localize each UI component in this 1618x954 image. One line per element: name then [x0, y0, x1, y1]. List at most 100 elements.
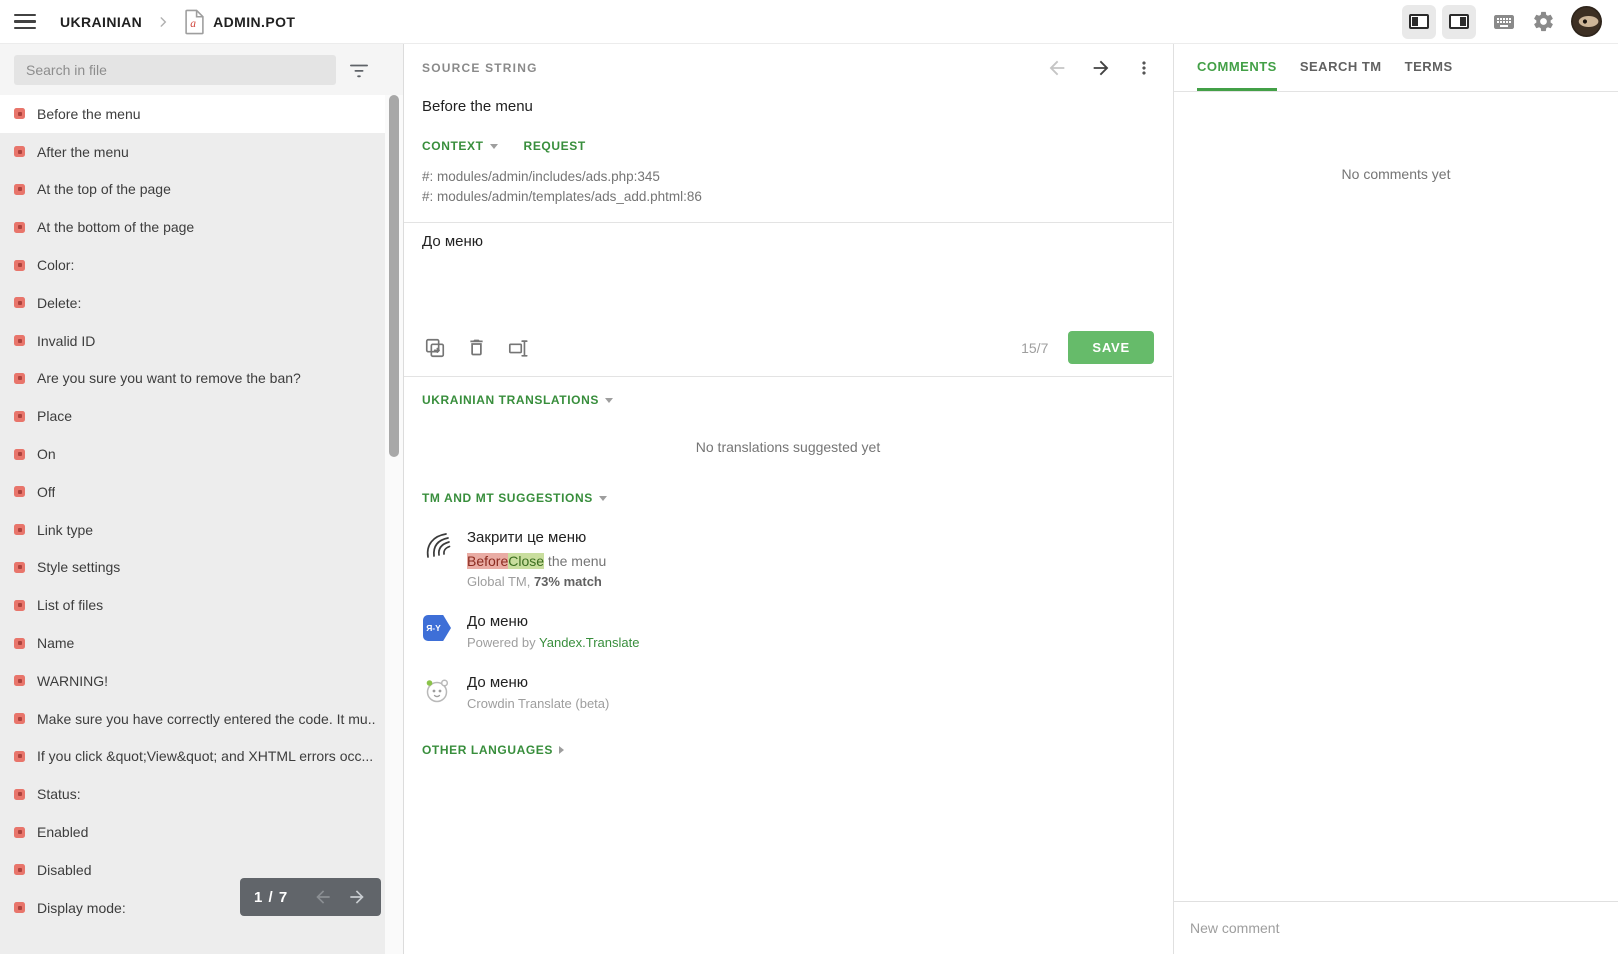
- avatar[interactable]: [1571, 6, 1602, 37]
- list-item[interactable]: Link type: [0, 511, 385, 549]
- list-item[interactable]: Make sure you have correctly entered the…: [0, 700, 385, 738]
- list-item[interactable]: At the top of the page: [0, 171, 385, 209]
- delete-translation-button[interactable]: [464, 335, 489, 360]
- left-panel-layout-icon: [1409, 14, 1429, 29]
- next-page-icon[interactable]: [347, 887, 367, 907]
- comments-panel: COMMENTS SEARCH TM TERMS No comments yet: [1173, 44, 1618, 954]
- list-item[interactable]: List of files: [0, 586, 385, 624]
- list-item[interactable]: WARNING!: [0, 662, 385, 700]
- suggestion-text: До меню: [467, 613, 639, 630]
- list-item-label: Off: [37, 484, 55, 500]
- untranslated-status-icon: [14, 449, 25, 460]
- tab-search-tm[interactable]: SEARCH TM: [1300, 44, 1382, 91]
- previous-string-icon[interactable]: [1046, 57, 1068, 79]
- list-item-label: Delete:: [37, 295, 81, 311]
- breadcrumb-language[interactable]: UKRAINIAN: [60, 14, 142, 30]
- caret-right-icon: [559, 746, 564, 754]
- list-item[interactable]: Place: [0, 397, 385, 435]
- keyboard-shortcuts-icon[interactable]: [1492, 10, 1516, 34]
- untranslated-status-icon: [14, 713, 25, 724]
- list-item-label: On: [37, 446, 56, 462]
- save-button[interactable]: SAVE: [1068, 331, 1154, 364]
- caret-down-icon: [490, 144, 498, 149]
- list-item-label: Status:: [37, 786, 81, 802]
- list-item[interactable]: Are you sure you want to remove the ban?: [0, 360, 385, 398]
- list-item-label: Place: [37, 408, 72, 424]
- new-comment-input[interactable]: [1174, 902, 1618, 954]
- list-item[interactable]: Status:: [0, 775, 385, 813]
- toggle-left-panel-button[interactable]: [1402, 5, 1436, 39]
- global-tm-icon: [422, 529, 452, 589]
- menu-icon[interactable]: [14, 10, 38, 34]
- tm-suggestion-row[interactable]: Закрити це меню BeforeClose the menu Glo…: [422, 529, 1154, 589]
- request-label: REQUEST: [524, 139, 586, 153]
- source-string-header: SOURCE STRING: [404, 44, 1172, 92]
- suggestion-diff: BeforeClose the menu: [467, 553, 606, 569]
- filter-button[interactable]: [348, 61, 370, 79]
- request-context-link[interactable]: REQUEST: [524, 139, 586, 153]
- suggestion-source: Global TM,: [467, 574, 534, 589]
- list-item[interactable]: If you click &quot;View&quot; and XHTML …: [0, 738, 385, 776]
- ukrainian-translations-section-toggle[interactable]: UKRAINIAN TRANSLATIONS: [422, 393, 613, 407]
- list-item[interactable]: Invalid ID: [0, 322, 385, 360]
- strings-sidebar: Before the menu After the menu At the to…: [0, 44, 404, 954]
- copy-source-button[interactable]: [422, 335, 448, 361]
- list-item[interactable]: Before the menu: [0, 95, 385, 133]
- yandex-translate-link[interactable]: Yandex.Translate: [539, 635, 639, 650]
- previous-page-icon[interactable]: [313, 887, 333, 907]
- untranslated-status-icon: [14, 751, 25, 762]
- suggestion-text: Закрити це меню: [467, 529, 606, 546]
- file-icon: a: [184, 9, 205, 35]
- list-item-label: After the menu: [37, 144, 129, 160]
- translation-input[interactable]: До меню: [422, 233, 1154, 329]
- search-input[interactable]: [14, 55, 336, 85]
- list-item[interactable]: Style settings: [0, 549, 385, 587]
- toggle-right-panel-button[interactable]: [1442, 5, 1476, 39]
- crowdin-translate-icon: [422, 674, 452, 711]
- diff-rest: the menu: [544, 553, 606, 569]
- list-item[interactable]: After the menu: [0, 133, 385, 171]
- right-panel-layout-icon: [1449, 14, 1469, 29]
- suggestion-source: Powered by: [467, 635, 539, 650]
- sidebar-scrollbar-thumb[interactable]: [389, 95, 399, 457]
- list-item[interactable]: Delete:: [0, 284, 385, 322]
- other-languages-toggle[interactable]: OTHER LANGUAGES: [422, 743, 1154, 757]
- clear-translation-button[interactable]: [505, 335, 532, 361]
- list-item[interactable]: Color:: [0, 246, 385, 284]
- settings-gear-icon[interactable]: [1532, 10, 1555, 33]
- page-indicator: 1 / 7: [254, 889, 288, 906]
- mt-suggestion-row[interactable]: До меню Crowdin Translate (beta): [422, 674, 1154, 711]
- no-translations-message: No translations suggested yet: [422, 439, 1154, 455]
- list-item[interactable]: Off: [0, 473, 385, 511]
- tab-comments[interactable]: COMMENTS: [1197, 44, 1277, 91]
- list-item[interactable]: At the bottom of the page: [0, 208, 385, 246]
- svg-text:a: a: [190, 18, 196, 30]
- list-item[interactable]: On: [0, 435, 385, 473]
- search-row: [0, 44, 403, 95]
- chevron-right-icon: [156, 15, 170, 29]
- list-item-label: Enabled: [37, 824, 88, 840]
- file-reference: #: modules/admin/templates/ads_add.phtml…: [422, 187, 1154, 207]
- yandex-translate-icon: Я-Y: [422, 613, 452, 650]
- tm-mt-suggestions-section-toggle[interactable]: TM AND MT SUGGESTIONS: [422, 491, 607, 505]
- breadcrumb-file[interactable]: ADMIN.POT: [213, 14, 295, 30]
- list-item[interactable]: Enabled: [0, 813, 385, 851]
- next-string-icon[interactable]: [1090, 57, 1112, 79]
- untranslated-status-icon: [14, 789, 25, 800]
- tab-terms[interactable]: TERMS: [1405, 44, 1453, 91]
- untranslated-status-icon: [14, 827, 25, 838]
- character-counter: 15/7: [1021, 340, 1048, 356]
- more-options-icon[interactable]: [1134, 58, 1154, 78]
- untranslated-status-icon: [14, 146, 25, 157]
- list-item[interactable]: Name: [0, 624, 385, 662]
- untranslated-status-icon: [14, 600, 25, 611]
- list-item-label: Make sure you have correctly entered the…: [37, 711, 375, 727]
- context-dropdown[interactable]: CONTEXT: [422, 139, 498, 153]
- suggestions-section-title: TM AND MT SUGGESTIONS: [422, 491, 593, 505]
- list-item-label: Invalid ID: [37, 333, 95, 349]
- list-item-label: At the top of the page: [37, 181, 171, 197]
- mt-suggestion-row[interactable]: Я-Y До меню Powered by Yandex.Translate: [422, 613, 1154, 650]
- list-item-label: WARNING!: [37, 673, 108, 689]
- untranslated-status-icon: [14, 902, 25, 913]
- list-item-label: Disabled: [37, 862, 91, 878]
